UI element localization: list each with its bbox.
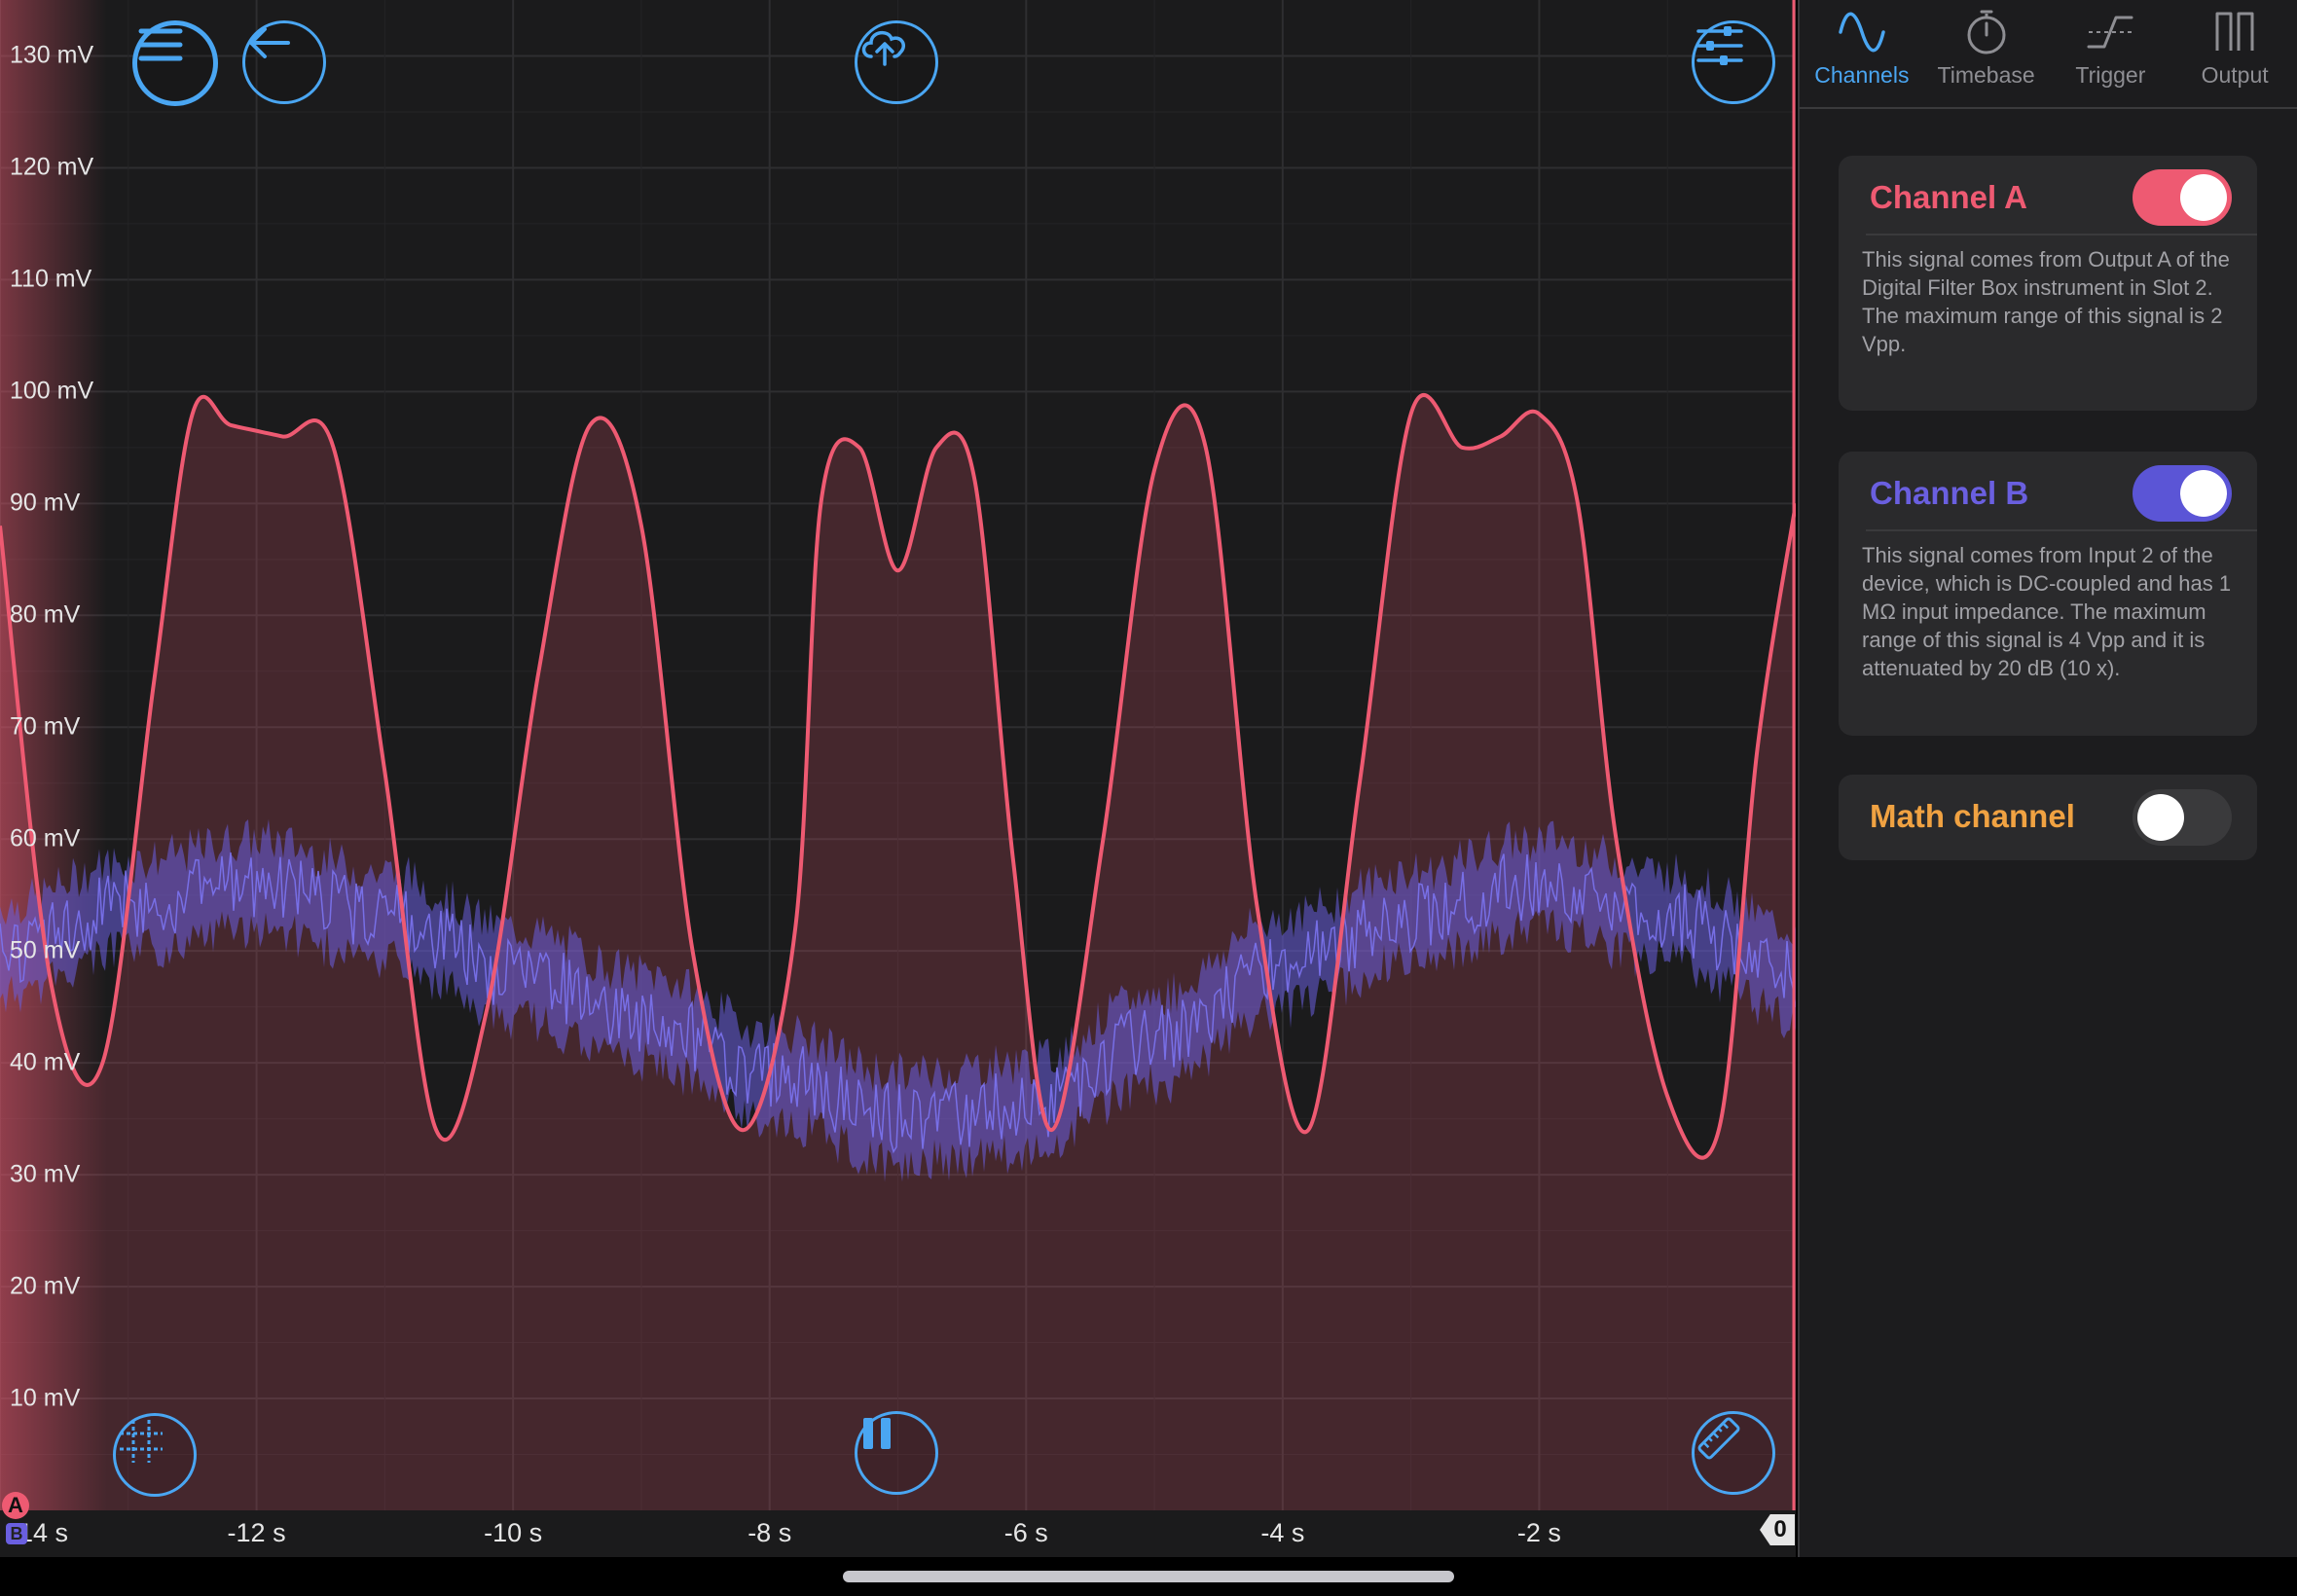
x-tick-label: -10 s <box>484 1518 543 1547</box>
channel-b-title: Channel B <box>1870 475 2029 511</box>
channel-b-toggle[interactable] <box>2133 465 2232 522</box>
tab-timebase[interactable]: Timebase <box>1924 0 2049 107</box>
y-tick-label: 90 mV <box>10 489 81 517</box>
settings-panel: Channels Timebase Trigger Output Channel… <box>1798 0 2297 1557</box>
x-tick-label: -12 s <box>227 1518 286 1547</box>
y-tick-label: 50 mV <box>10 936 81 964</box>
toggle-knob <box>2180 470 2227 517</box>
channel-a-title: Channel A <box>1870 179 2027 215</box>
cloud-upload-icon <box>861 30 905 66</box>
y-tick-label: 60 mV <box>10 824 81 852</box>
waveform-plot[interactable] <box>0 0 1796 1557</box>
display-settings-button[interactable] <box>1692 20 1775 104</box>
stopwatch-icon <box>1967 10 2006 54</box>
math-channel-toggle[interactable] <box>2133 789 2232 846</box>
tab-output-label: Output <box>2201 62 2269 88</box>
y-tick-label: 40 mV <box>10 1048 81 1076</box>
x-tick-label: -6 s <box>1003 1518 1048 1547</box>
tab-trigger-label: Trigger <box>2075 62 2146 88</box>
y-tick-label: 10 mV <box>10 1384 81 1412</box>
sine-wave-icon <box>1839 12 1885 53</box>
y-tick-label: 80 mV <box>10 600 81 629</box>
trigger-edge-icon <box>2087 16 2133 49</box>
y-tick-label: 130 mV <box>10 41 94 69</box>
sliders-icon <box>1696 26 1743 65</box>
channel-b-description: This signal comes from Input 2 of the de… <box>1862 543 2232 680</box>
y-tick-label: 100 mV <box>10 377 94 405</box>
math-channel-card: Math channel <box>1839 775 2257 860</box>
y-tick-label: 120 mV <box>10 153 94 181</box>
y-tick-label: 110 mV <box>10 265 92 293</box>
grid-cursor-button[interactable] <box>113 1413 197 1497</box>
ruler-icon <box>1697 1417 1740 1460</box>
x-tick-label: -4 s <box>1260 1518 1305 1547</box>
square-pulse-icon <box>2215 12 2254 51</box>
channel-a-description: This signal comes from Output A of the D… <box>1862 247 2230 356</box>
arrow-left-icon <box>249 27 290 58</box>
y-tick-label: 30 mV <box>10 1160 81 1188</box>
math-channel-title: Math channel <box>1870 798 2075 834</box>
channel-b-marker[interactable]: B <box>6 1523 27 1544</box>
tab-channels-label: Channels <box>1814 62 1910 88</box>
channel-a-marker[interactable]: A <box>2 1492 29 1519</box>
x-tick-label: -2 s <box>1516 1518 1561 1547</box>
tab-timebase-label: Timebase <box>1937 62 2035 88</box>
menu-button[interactable] <box>132 20 218 106</box>
panel-tabs: Channels Timebase Trigger Output <box>1800 0 2297 109</box>
y-tick-label: 70 mV <box>10 712 81 741</box>
channel-a-toggle[interactable] <box>2133 169 2232 226</box>
upload-button[interactable] <box>855 20 938 104</box>
x-tick-label: -8 s <box>747 1518 792 1547</box>
divider <box>1866 234 2257 236</box>
toggle-knob <box>2180 174 2227 221</box>
pause-button[interactable] <box>855 1411 938 1495</box>
oscilloscope-display[interactable]: 130 mV 120 mV 110 mV 100 mV 90 mV 80 mV 70 mV 6… <box>0 0 1796 1557</box>
measure-button[interactable] <box>1692 1411 1775 1495</box>
tab-trigger[interactable]: Trigger <box>2049 0 2173 107</box>
toggle-knob <box>2137 794 2184 841</box>
home-indicator[interactable] <box>843 1571 1454 1582</box>
back-button[interactable] <box>242 20 326 104</box>
pause-icon <box>863 1418 891 1449</box>
tab-channels[interactable]: Channels <box>1800 0 1924 107</box>
channel-b-card: Channel B This signal comes from Input 2… <box>1839 452 2257 736</box>
channel-a-card: Channel A This signal comes from Output … <box>1839 156 2257 411</box>
hamburger-menu-icon <box>138 28 183 61</box>
y-tick-label: 20 mV <box>10 1272 81 1300</box>
crosshair-grid-icon <box>120 1420 163 1463</box>
divider <box>1866 529 2257 531</box>
tab-output[interactable]: Output <box>2172 0 2297 107</box>
